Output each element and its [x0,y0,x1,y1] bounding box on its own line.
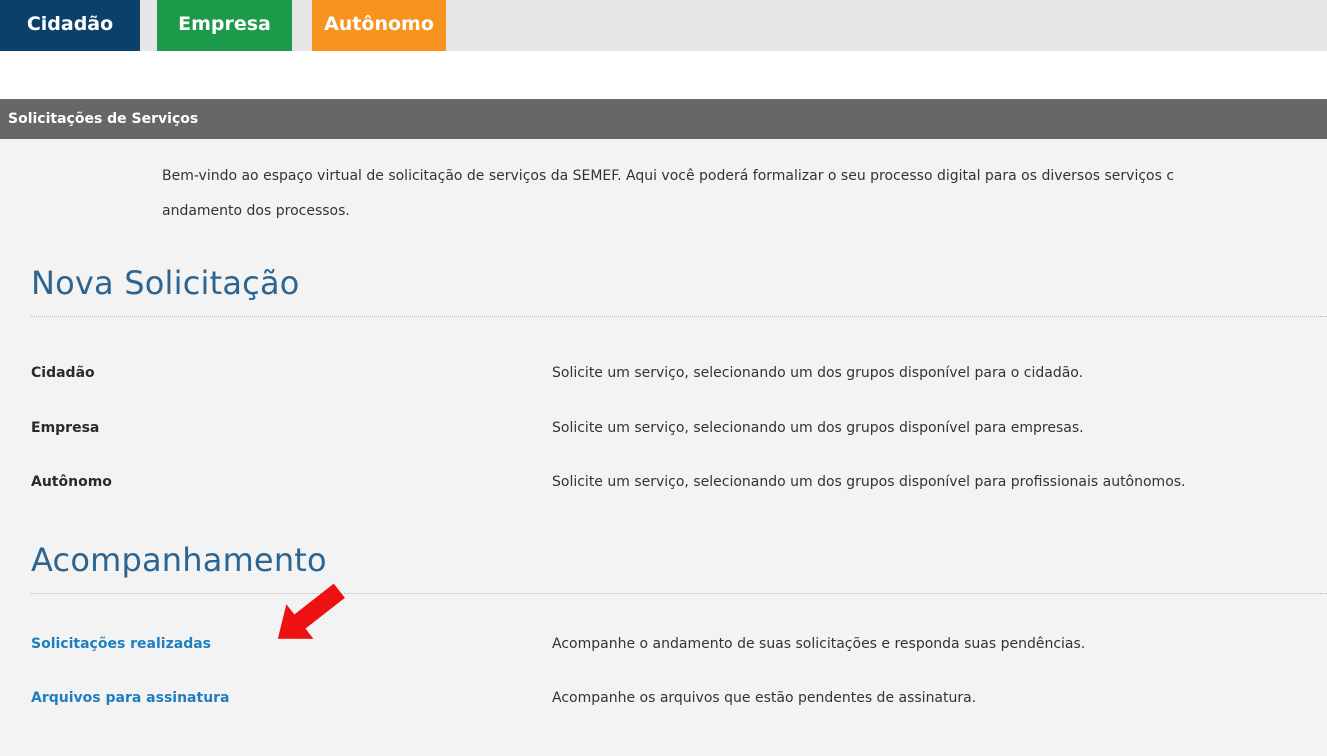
section-header: Solicitações de Serviços [0,99,1327,139]
tab-autonomo[interactable]: Autônomo [312,0,446,51]
service-label-autonomo[interactable]: Autônomo [31,470,112,494]
service-row-empresa: Empresa Solicite um serviço, selecionand… [0,416,1327,440]
header-spacer [0,51,1327,99]
service-row-cidadao: Cidadão Solicite um serviço, selecionand… [0,361,1327,385]
service-label-empresa[interactable]: Empresa [31,416,99,440]
red-arrow-icon [277,583,345,639]
tracking-row-solicitacoes: Solicitações realizadas Acompanhe o anda… [0,632,1327,656]
tab-cidadao[interactable]: Cidadão [0,0,140,51]
tracking-desc-solicitacoes: Acompanhe o andamento de suas solicitaçõ… [552,636,1086,652]
service-desc-cidadao: Solicite um serviço, selecionando um dos… [552,365,1084,381]
solicitacoes-realizadas-link[interactable]: Solicitações realizadas [31,632,211,656]
nova-solicitacao-title: Nova Solicitação [31,264,300,302]
tracking-row-arquivos: Arquivos para assinatura Acompanhe os ar… [0,686,1327,710]
divider [31,593,1327,594]
service-desc-empresa: Solicite um serviço, selecionando um dos… [552,420,1084,436]
intro-line-1: Bem-vindo ao espaço virtual de solicitaç… [162,168,1175,184]
intro-line-2: andamento dos processos. [162,203,350,219]
top-nav-bar: Cidadão Empresa Autônomo [0,0,1327,51]
divider [31,316,1327,317]
tracking-desc-arquivos: Acompanhe os arquivos que estão pendente… [552,690,977,706]
service-row-autonomo: Autônomo Solicite um serviço, selecionan… [0,470,1327,494]
service-label-cidadao[interactable]: Cidadão [31,361,95,385]
arquivos-assinatura-link[interactable]: Arquivos para assinatura [31,686,230,710]
tab-empresa[interactable]: Empresa [157,0,292,51]
service-desc-autonomo: Solicite um serviço, selecionando um dos… [552,474,1186,490]
acompanhamento-title: Acompanhamento [31,541,327,579]
intro-text: Bem-vindo ao espaço virtual de solicitaç… [162,159,1327,229]
